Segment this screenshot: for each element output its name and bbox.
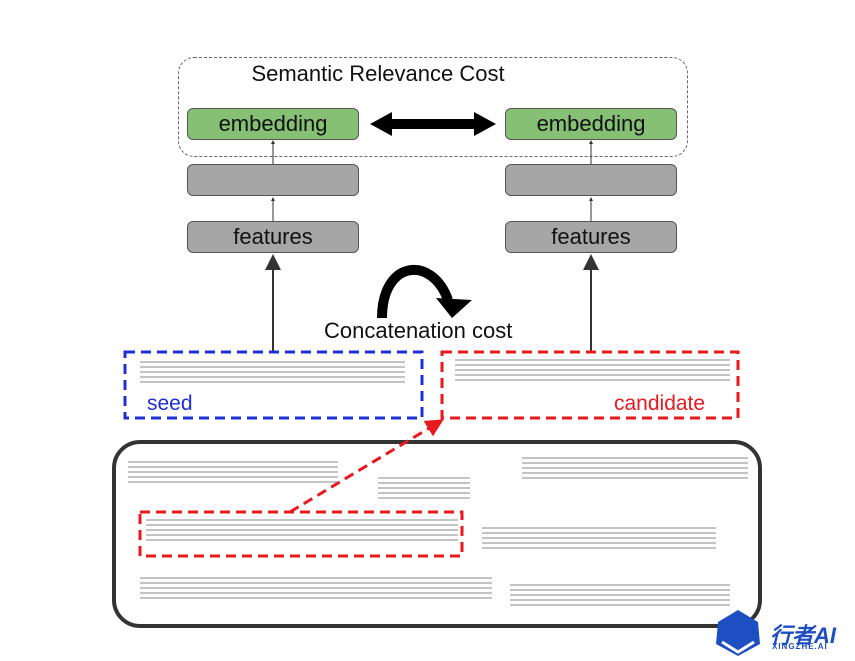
seed-label: seed — [147, 392, 193, 415]
concatenation-cost-label: Concatenation cost — [324, 318, 513, 343]
candidate-label: candidate — [614, 392, 706, 415]
curved-arrow-icon — [377, 264, 472, 319]
selected-candidate-dashed-box — [138, 510, 464, 558]
logo-subtext: XINGZHE.AI — [772, 642, 828, 651]
selection-dashed-arrow — [289, 419, 444, 514]
xingzhe-logo-icon — [716, 610, 760, 656]
double-arrow-icon — [370, 112, 496, 136]
